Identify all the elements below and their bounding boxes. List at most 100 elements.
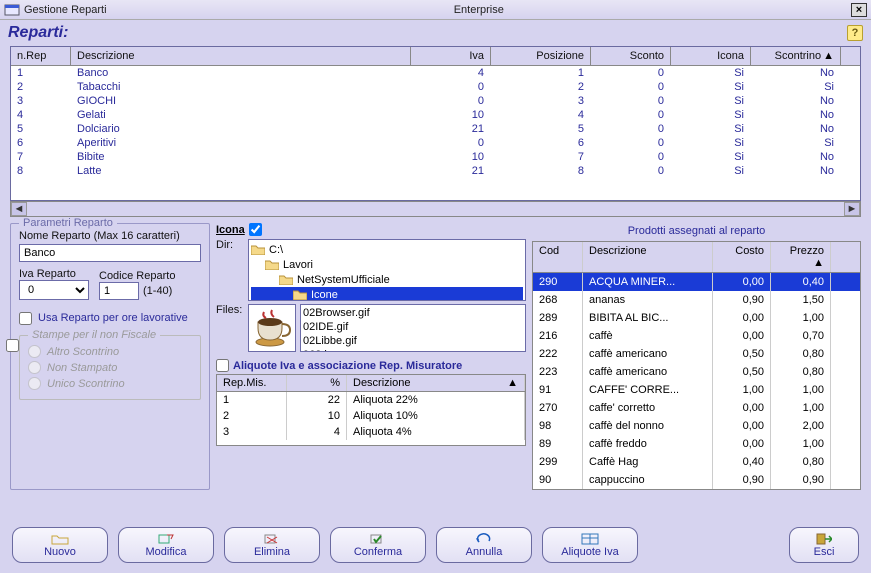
modifica-label: Modifica	[146, 546, 187, 558]
prodotti-body[interactable]: 290ACQUA MINER...0,000,40268ananas0,901,…	[533, 273, 860, 489]
grid-body[interactable]: 1Banco410SiNo2Tabacchi020SiSi3GIOCHI030S…	[11, 66, 860, 200]
col-nrep[interactable]: n.Rep	[11, 47, 71, 65]
esci-button[interactable]: Esci	[789, 527, 859, 563]
table-row[interactable]: 289BIBITA AL BIC...0,001,00	[533, 309, 860, 327]
col-sconto[interactable]: Sconto	[591, 47, 671, 65]
table-row[interactable]: 91CAFFE' CORRE...1,001,00	[533, 381, 860, 399]
dir-tree[interactable]: C:\LavoriNetSystemUfficiale Icone	[248, 239, 526, 301]
prod-col-costo[interactable]: Costo	[713, 242, 771, 272]
help-icon[interactable]: ?	[847, 25, 863, 41]
cell-costo: 0,90	[713, 471, 771, 489]
iva-reparto-select[interactable]: 0	[19, 280, 89, 300]
table-row[interactable]: 299Caffè Hag0,400,80	[533, 453, 860, 471]
table-row[interactable]: 98caffè del nonno0,002,00	[533, 417, 860, 435]
codice-reparto-input[interactable]	[99, 282, 139, 300]
col-desc[interactable]: Descrizione	[71, 47, 411, 65]
modifica-button[interactable]: Modifica	[118, 527, 214, 563]
tree-node[interactable]: Icone	[251, 287, 523, 301]
aliq-col-pct[interactable]: %	[287, 375, 347, 391]
cell-desc: Latte	[71, 164, 411, 178]
cell-costo: 0,00	[713, 327, 771, 345]
aliquote-checkbox[interactable]	[216, 359, 229, 372]
col-iva[interactable]: Iva	[411, 47, 491, 65]
table-row[interactable]: 4Gelati1040SiNo	[11, 108, 860, 122]
table-row[interactable]: 223caffè americano0,500,80	[533, 363, 860, 381]
table-row[interactable]: 2Tabacchi020SiSi	[11, 80, 860, 94]
nome-reparto-input[interactable]	[19, 244, 201, 262]
icona-checkbox[interactable]	[249, 223, 262, 236]
cell-nrep: 3	[11, 94, 71, 108]
conferma-button[interactable]: Conferma	[330, 527, 426, 563]
table-row[interactable]: 268ananas0,901,50	[533, 291, 860, 309]
ore-checkbox[interactable]	[19, 312, 32, 325]
grid-hscroll[interactable]: ◄ ►	[10, 201, 861, 217]
table-row[interactable]: 6Aperitivi060SiSi	[11, 136, 860, 150]
cell-adesc: Aliquota 22%	[347, 392, 525, 408]
aliq-col-rep[interactable]: Rep.Mis.	[217, 375, 287, 391]
elimina-button[interactable]: Elimina	[224, 527, 320, 563]
nuovo-button[interactable]: Nuovo	[12, 527, 108, 563]
cell-prezzo: 0,90	[771, 471, 831, 489]
cell-sconto: 0	[591, 136, 671, 150]
scroll-left-icon[interactable]: ◄	[11, 202, 27, 216]
list-item[interactable]: 963.ico	[303, 349, 523, 352]
cell-cod: 91	[533, 381, 583, 399]
aliquote-button[interactable]: Aliquote Iva	[542, 527, 638, 563]
radio-altro-label: Altro Scontrino	[47, 346, 119, 358]
file-list[interactable]: 02Browser.gif02IDE.gif02Libbe.gif963.ico	[300, 304, 526, 352]
table-row[interactable]: 3GIOCHI030SiNo	[11, 94, 860, 108]
table-row[interactable]: 270caffe' corretto0,001,00	[533, 399, 860, 417]
aliq-col-desc[interactable]: Descrizione ▲	[347, 375, 525, 391]
cell-costo: 0,40	[713, 453, 771, 471]
tree-node[interactable]: C:\	[251, 242, 523, 257]
table-row[interactable]: 90cappuccino0,900,90	[533, 471, 860, 489]
coffee-cup-icon	[252, 308, 292, 348]
table-row[interactable]: 210Aliquota 10%	[217, 408, 525, 424]
table-row[interactable]: 1Banco410SiNo	[11, 66, 860, 80]
button-bar: Nuovo Modifica Elimina Conferma Annulla …	[0, 527, 871, 563]
table-row[interactable]: 290ACQUA MINER...0,000,40	[533, 273, 860, 291]
grid-reparti[interactable]: n.Rep Descrizione Iva Posizione Sconto I…	[10, 46, 861, 201]
prodotti-grid[interactable]: Cod Descrizione Costo Prezzo ▲ 290ACQUA …	[532, 241, 861, 490]
tree-node[interactable]: NetSystemUfficiale	[251, 272, 523, 287]
annulla-button[interactable]: Annulla	[436, 527, 532, 563]
cell-costo: 0,00	[713, 435, 771, 453]
close-button[interactable]: ×	[851, 3, 867, 17]
scroll-right-icon[interactable]: ►	[844, 202, 860, 216]
table-row[interactable]: 8Latte2180SiNo	[11, 164, 860, 178]
col-scontrino[interactable]: Scontrino▲	[751, 47, 841, 65]
aliquote-body[interactable]: 122Aliquota 22%210Aliquota 10%34Aliquota…	[217, 392, 525, 445]
cell-sconto: 0	[591, 164, 671, 178]
cell-prezzo: 0,80	[771, 363, 831, 381]
stampe-enable-checkbox[interactable]	[6, 339, 19, 352]
cell-desc: Aperitivi	[71, 136, 411, 150]
table-row[interactable]: 89caffè freddo0,001,00	[533, 435, 860, 453]
col-icona[interactable]: Icona	[671, 47, 751, 65]
list-item[interactable]: 02IDE.gif	[303, 321, 523, 335]
col-pos[interactable]: Posizione	[491, 47, 591, 65]
table-row[interactable]: 122Aliquota 22%	[217, 392, 525, 408]
list-item[interactable]: 02Libbe.gif	[303, 335, 523, 349]
aliquote-grid[interactable]: Rep.Mis. % Descrizione ▲ 122Aliquota 22%…	[216, 374, 526, 446]
prod-col-cod[interactable]: Cod	[533, 242, 583, 272]
table-row[interactable]: 7Bibite1070SiNo	[11, 150, 860, 164]
table-row[interactable]: 222caffè americano0,500,80	[533, 345, 860, 363]
list-item[interactable]: 02Browser.gif	[303, 307, 523, 321]
cell-sconto: 0	[591, 108, 671, 122]
cell-icona: Si	[671, 136, 751, 150]
cell-scon: Si	[751, 136, 841, 150]
table-row[interactable]: 216caffè0,000,70	[533, 327, 860, 345]
cell-iva: 0	[411, 80, 491, 94]
app-icon	[4, 3, 20, 17]
prod-col-desc[interactable]: Descrizione	[583, 242, 713, 272]
cell-pdesc: ACQUA MINER...	[583, 273, 713, 291]
cell-pdesc: caffe' corretto	[583, 399, 713, 417]
prod-col-prezzo[interactable]: Prezzo ▲	[771, 242, 831, 272]
tree-node[interactable]: Lavori	[251, 257, 523, 272]
tree-label: Icone	[311, 289, 338, 301]
cell-sconto: 0	[591, 122, 671, 136]
table-row[interactable]: 34Aliquota 4%	[217, 424, 525, 440]
tree-label: C:\	[269, 244, 283, 256]
table-row[interactable]: 5Dolciario2150SiNo	[11, 122, 860, 136]
cell-desc: Tabacchi	[71, 80, 411, 94]
